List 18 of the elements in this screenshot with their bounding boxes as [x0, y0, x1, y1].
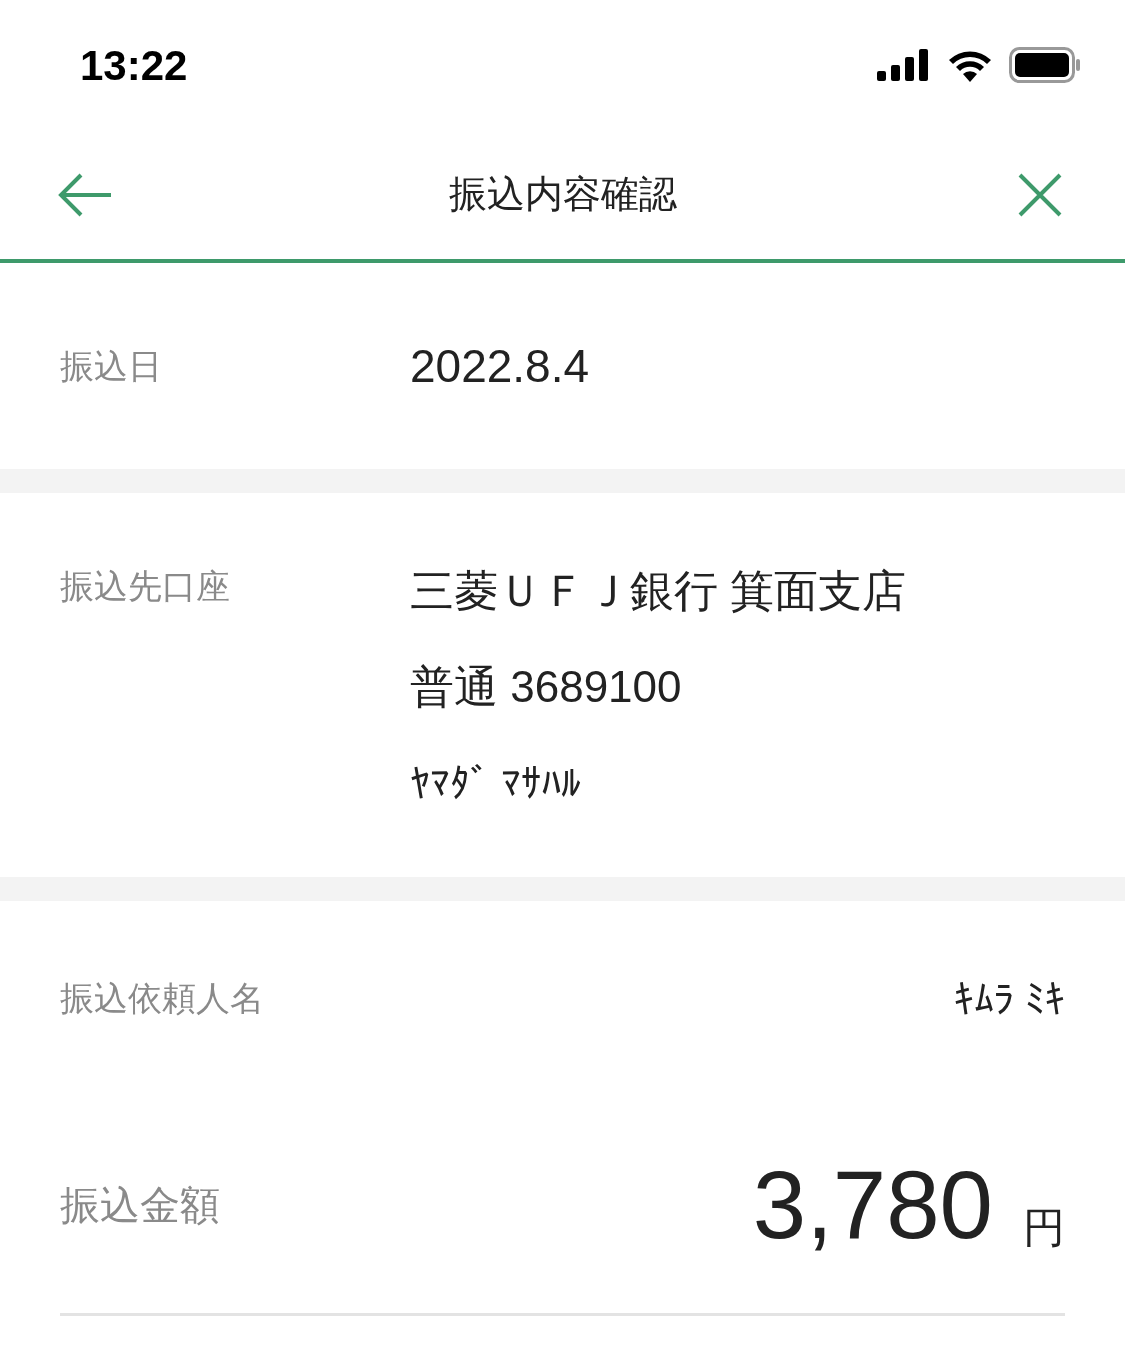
- transfer-date: 2022.8.4: [410, 338, 590, 394]
- currency-unit: 円: [1023, 1206, 1065, 1249]
- field-label: 振込依頼人名: [60, 978, 264, 1019]
- account-number: 普通 3689100: [410, 661, 683, 713]
- close-icon: [1018, 172, 1062, 217]
- sender-name: ｷﾑﾗ ﾐｷ: [953, 975, 1065, 1023]
- page-title: 振込内容確認: [448, 172, 677, 217]
- account-holder: ﾔﾏﾀﾞ ﾏｻﾊﾙ: [410, 760, 583, 807]
- status-time: 13:22: [80, 40, 188, 91]
- field-label: 振込金額: [60, 1181, 220, 1229]
- bank-name: 三菱ＵＦＪ銀行 箕面支店: [410, 565, 907, 617]
- back-arrow-icon: [57, 172, 113, 217]
- field-label: 振込日: [60, 345, 163, 387]
- signal-icon: [877, 49, 931, 81]
- battery-icon: [1009, 47, 1081, 83]
- field-label: 振込先口座: [60, 566, 231, 607]
- wifi-icon: [947, 48, 993, 82]
- transfer-amount: 3,780: [752, 1156, 993, 1253]
